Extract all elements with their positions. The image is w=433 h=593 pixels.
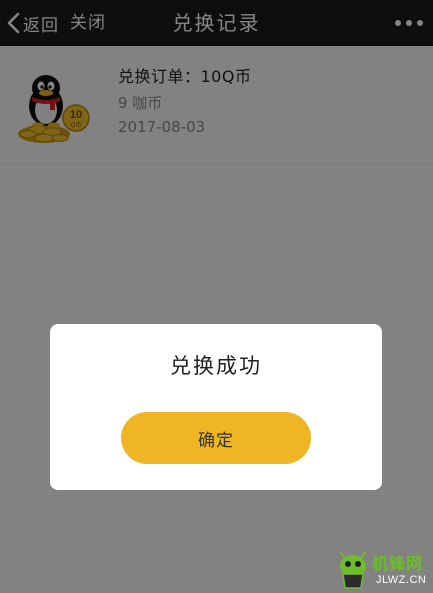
- confirm-button[interactable]: 确定: [121, 412, 311, 464]
- watermark-domain: JLWZ.CN: [376, 574, 427, 586]
- modal-overlay[interactable]: [0, 0, 433, 593]
- site-watermark: 机锋网 JLWZ.CN: [334, 548, 433, 593]
- watermark-brand: 机锋网: [372, 554, 424, 573]
- success-dialog: 兑换成功 确定: [50, 324, 382, 490]
- android-robot-logo-icon: [339, 550, 367, 589]
- dialog-title: 兑换成功: [170, 354, 262, 378]
